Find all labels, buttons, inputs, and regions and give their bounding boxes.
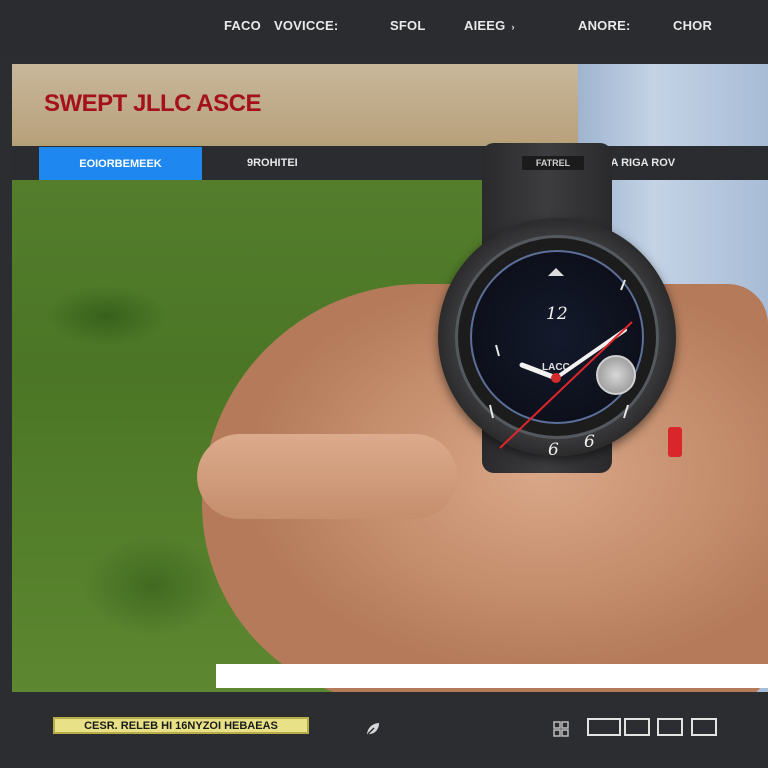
strap-label: FATREL [522,156,584,170]
hero-title: SWEPT JLLC ASCE [44,90,261,117]
view-button-2[interactable] [624,718,650,736]
watch-crown [668,427,682,457]
content-strip [216,664,768,688]
dial-number-6a: 6 [548,440,559,460]
footer-bar: CESR. RELEB HI 16NYZOI HEBAEAS [0,692,768,768]
view-button-1[interactable] [587,718,621,736]
nav-item-anore[interactable]: ANORE: [578,18,630,33]
nav-item-vovicce[interactable]: VOVICCE: [274,18,338,33]
view-button-4[interactable] [691,718,717,736]
subdial [596,355,636,395]
dial-brand: LACC [542,362,570,373]
tab-second[interactable]: 9ROHITEI [247,157,298,169]
sub-navigation: EOIORBEMEEK 9ROHITEI LEGTA RIGA ROV [12,146,768,180]
view-button-3[interactable] [657,718,683,736]
nav-item-chor[interactable]: CHOR [673,18,712,33]
grid-icon[interactable] [553,721,569,740]
watch-dial [470,250,644,424]
nav-item-aieeg[interactable]: AIEEG › [464,18,515,33]
dial-number-6b: 6 [584,432,595,452]
chevron-right-icon: › [511,22,515,32]
finger-image [197,434,457,519]
leaf-icon[interactable] [364,720,382,741]
dial-number-12: 12 [546,304,568,324]
nav-item-faco[interactable]: FACO [224,18,261,33]
tab-active[interactable]: EOIORBEMEEK [39,147,202,180]
nav-item-aieeg-label: AIEEG [464,18,506,33]
top-navigation: FACO VOVICCE: SFOL AIEEG › ANORE: CHOR [0,0,768,58]
nav-item-sfol[interactable]: SFOL [390,18,425,33]
footer-label: CESR. RELEB HI 16NYZOI HEBAEAS [53,717,309,734]
